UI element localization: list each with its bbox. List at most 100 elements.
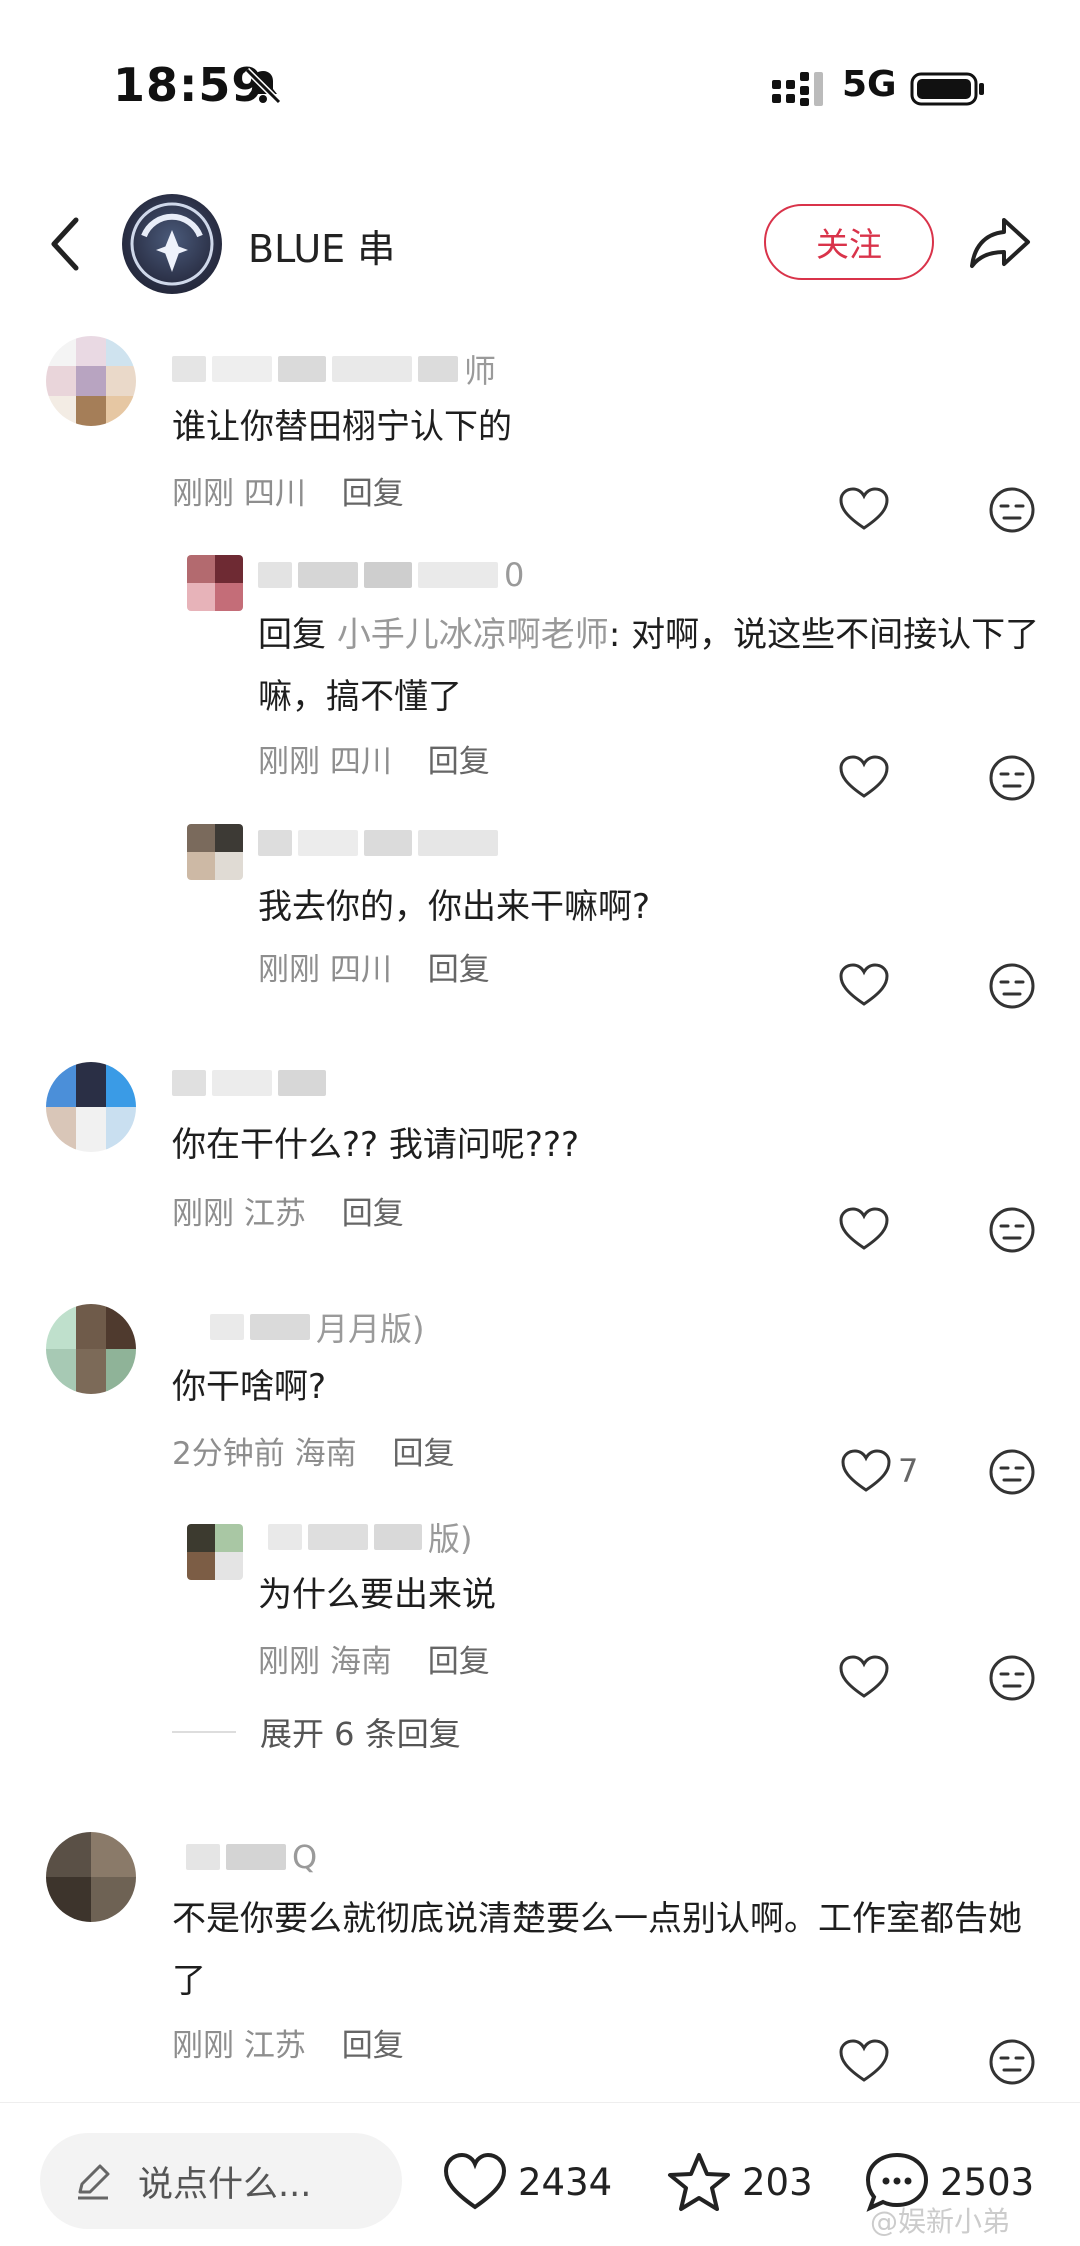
reply-button[interactable]: 回复 bbox=[428, 952, 490, 988]
heart-icon[interactable] bbox=[838, 754, 890, 800]
comment-meta: 2分钟前 海南 回复 bbox=[172, 1428, 454, 1473]
blurred-name-segment bbox=[172, 1070, 206, 1096]
comment-meta: 刚刚 四川 回复 bbox=[258, 736, 490, 781]
comment-input-placeholder: 说点什么... bbox=[138, 2164, 312, 2205]
reply-button[interactable]: 回复 bbox=[428, 744, 490, 780]
avatar-pixel bbox=[215, 1552, 243, 1580]
reply-button[interactable]: 回复 bbox=[428, 1644, 490, 1680]
like-button[interactable]: 2434 bbox=[442, 2151, 612, 2213]
heart-icon[interactable] bbox=[838, 486, 890, 532]
watermark-text: @娱新小弟 bbox=[870, 2205, 1011, 2238]
commenter-avatar[interactable] bbox=[187, 824, 243, 880]
blurred-name-segment bbox=[278, 356, 326, 382]
channel-avatar[interactable] bbox=[122, 194, 222, 294]
comment-location: 四川 bbox=[243, 476, 306, 512]
avatar-pixel bbox=[215, 1524, 243, 1552]
avatar-pixel bbox=[76, 1062, 106, 1107]
avatar-pixel bbox=[46, 1832, 91, 1877]
meh-face-icon[interactable] bbox=[988, 754, 1036, 802]
avatar-pixel bbox=[215, 852, 243, 880]
reply-to-user[interactable]: 小手儿冰凉啊老师 bbox=[337, 615, 609, 655]
pencil-icon bbox=[78, 2164, 110, 2200]
heart-icon[interactable] bbox=[838, 962, 890, 1008]
blurred-name-segment bbox=[332, 356, 412, 382]
back-icon[interactable] bbox=[46, 214, 82, 274]
expand-replies[interactable]: 展开 6 条回复 bbox=[172, 1712, 461, 1753]
commenter-name-tail: 版) bbox=[428, 1520, 473, 1558]
video-header: BLUE 串 关注 bbox=[0, 190, 1080, 300]
meh-face-icon[interactable] bbox=[988, 962, 1036, 1010]
meh-face-icon[interactable] bbox=[988, 1654, 1036, 1702]
blurred-name-segment bbox=[418, 830, 498, 856]
favorite-count: 203 bbox=[742, 2160, 813, 2204]
commenter-name[interactable] bbox=[258, 826, 498, 860]
heart-icon[interactable] bbox=[840, 1448, 892, 1494]
avatar-pixel bbox=[187, 852, 215, 880]
battery-icon bbox=[910, 72, 984, 106]
avatar-pixel bbox=[46, 396, 76, 426]
avatar-pixel bbox=[187, 1524, 215, 1552]
comment-time: 刚刚 bbox=[172, 2028, 234, 2064]
commenter-avatar[interactable] bbox=[46, 336, 136, 426]
comment-input[interactable]: 说点什么... bbox=[40, 2133, 402, 2229]
expand-replies-label: 展开 6 条回复 bbox=[260, 1715, 461, 1753]
avatar-pixel bbox=[46, 1304, 76, 1349]
avatar-pixel bbox=[46, 1107, 76, 1152]
commenter-name[interactable]: Q bbox=[186, 1838, 317, 1876]
comment-time: 刚刚 bbox=[172, 476, 234, 512]
meh-face-icon[interactable] bbox=[988, 486, 1036, 534]
like-count: 2434 bbox=[518, 2160, 613, 2204]
heart-icon[interactable] bbox=[838, 1654, 890, 1700]
commenter-avatar[interactable] bbox=[46, 1062, 136, 1152]
comment-text: 我去你的，你出来干嘛啊? bbox=[258, 887, 651, 927]
blurred-name-segment bbox=[268, 1524, 302, 1550]
avatar-pixel bbox=[46, 1062, 76, 1107]
commenter-name[interactable] bbox=[172, 1066, 326, 1100]
reply-prefix: 回复 bbox=[258, 615, 326, 655]
commenter-avatar[interactable] bbox=[187, 555, 243, 611]
avatar-pixel bbox=[215, 583, 243, 611]
commenter-name[interactable]: 0 bbox=[258, 556, 524, 594]
avatar-pixel bbox=[106, 1062, 136, 1107]
share-icon[interactable] bbox=[968, 214, 1032, 270]
heart-icon[interactable] bbox=[838, 2038, 890, 2084]
avatar-pixel bbox=[76, 1304, 106, 1349]
favorite-button[interactable]: 203 bbox=[666, 2151, 813, 2213]
meh-face-icon[interactable] bbox=[988, 2038, 1036, 2086]
commenter-name-tail: 月月版) bbox=[316, 1310, 425, 1348]
status-time: 18:59 bbox=[113, 58, 265, 112]
commenter-name[interactable]: 月月版) bbox=[210, 1310, 425, 1348]
avatar-pixel bbox=[46, 1877, 91, 1922]
comment-time: 刚刚 bbox=[172, 1196, 234, 1232]
avatar-pixel bbox=[215, 824, 243, 852]
commenter-avatar[interactable] bbox=[187, 1524, 243, 1580]
heart-icon[interactable] bbox=[838, 1206, 890, 1252]
reply-button[interactable]: 回复 bbox=[392, 1436, 454, 1472]
commenter-name[interactable]: 版) bbox=[268, 1520, 473, 1558]
comment-time: 刚刚 bbox=[258, 744, 320, 780]
comment-text: 你干啥啊? bbox=[172, 1367, 327, 1407]
commenter-name[interactable]: 师 bbox=[172, 352, 496, 390]
comment-text: 回复 小手儿冰凉啊老师: 对啊，说这些不间接认下了嘛，搞不懂了 bbox=[258, 604, 1048, 728]
follow-button[interactable]: 关注 bbox=[764, 204, 934, 280]
blurred-name-segment bbox=[298, 830, 358, 856]
meh-face-icon[interactable] bbox=[988, 1448, 1036, 1496]
meh-face-icon[interactable] bbox=[988, 1206, 1036, 1254]
reply-button[interactable]: 回复 bbox=[342, 1196, 404, 1232]
commenter-avatar[interactable] bbox=[46, 1304, 136, 1394]
status-bar: 18:59 5G bbox=[0, 0, 1080, 175]
avatar-pixel bbox=[46, 1349, 76, 1394]
comment-count: 2503 bbox=[940, 2160, 1035, 2204]
avatar-pixel bbox=[46, 336, 76, 366]
reply-button[interactable]: 回复 bbox=[342, 476, 404, 512]
avatar-pixel bbox=[187, 583, 215, 611]
avatar-pixel bbox=[187, 824, 215, 852]
channel-name[interactable]: BLUE 串 bbox=[248, 218, 395, 273]
comment-meta: 刚刚 江苏 回复 bbox=[172, 1188, 404, 1233]
comment-meta: 刚刚 四川 回复 bbox=[258, 944, 490, 989]
reply-button[interactable]: 回复 bbox=[342, 2028, 404, 2064]
commenter-avatar[interactable] bbox=[46, 1832, 136, 1922]
avatar-pixel bbox=[215, 555, 243, 583]
blurred-name-segment bbox=[258, 562, 292, 588]
blurred-name-segment bbox=[226, 1844, 286, 1870]
